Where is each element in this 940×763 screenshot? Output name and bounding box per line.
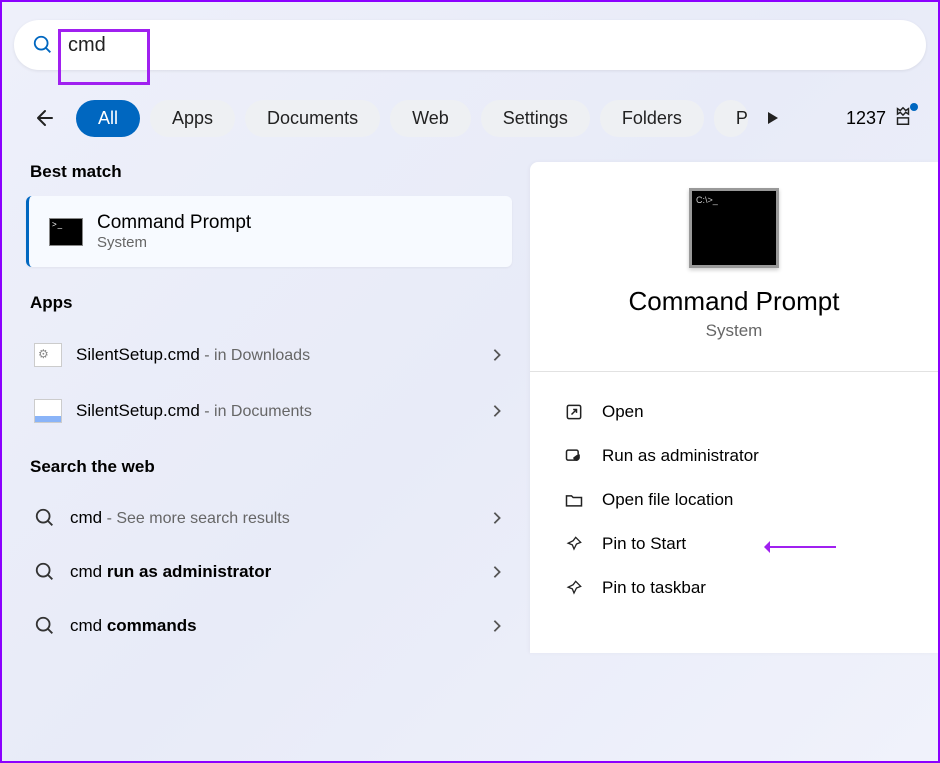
web-result-0[interactable]: cmd - See more search results [26, 491, 512, 545]
action-label: Run as administrator [602, 446, 759, 466]
app-result-1[interactable]: SilentSetup.cmd - in Documents [26, 383, 512, 439]
open-icon [564, 402, 584, 422]
chevron-right-icon [490, 348, 504, 362]
search-icon [34, 561, 56, 583]
cmd-large-icon [689, 188, 779, 268]
chevron-right-icon [490, 404, 504, 418]
shield-admin-icon [564, 446, 584, 466]
detail-panel: Command Prompt System Open Run as admini… [530, 162, 938, 653]
best-match-subtitle: System [97, 234, 251, 251]
more-filters-button[interactable] [764, 110, 780, 126]
filter-apps[interactable]: Apps [150, 100, 235, 137]
web-result-text: cmd [70, 616, 107, 635]
search-icon [34, 615, 56, 637]
action-label: Open [602, 402, 644, 422]
action-run-admin[interactable]: Run as administrator [564, 434, 904, 478]
web-result-text: cmd [70, 508, 102, 527]
pin-icon [564, 578, 584, 598]
action-label: Pin to taskbar [602, 578, 706, 598]
filter-all[interactable]: All [76, 100, 140, 137]
cmd-app-icon [49, 218, 83, 246]
search-icon [32, 34, 54, 56]
app-result-0[interactable]: SilentSetup.cmd - in Downloads [26, 327, 512, 383]
detail-title: Command Prompt [564, 286, 904, 317]
app-result-name: SilentSetup.cmd [76, 345, 200, 364]
filter-more-truncated[interactable]: Pl [714, 100, 748, 137]
best-match-result[interactable]: Command Prompt System [26, 196, 512, 267]
web-result-text: cmd [70, 562, 107, 581]
app-result-loc: - in Documents [200, 403, 312, 420]
cmd-file-icon [34, 343, 62, 367]
divider [530, 371, 938, 372]
action-open-location[interactable]: Open file location [564, 478, 904, 522]
action-pin-taskbar[interactable]: Pin to taskbar [564, 566, 904, 610]
app-result-loc: - in Downloads [200, 347, 310, 364]
search-icon [34, 507, 56, 529]
web-result-1[interactable]: cmd run as administrator [26, 545, 512, 599]
filter-row: All Apps Documents Web Settings Folders … [26, 98, 938, 138]
filter-web[interactable]: Web [390, 100, 471, 137]
back-button[interactable] [26, 98, 66, 138]
action-label: Pin to Start [602, 534, 686, 554]
section-apps: Apps [30, 293, 512, 313]
best-match-title: Command Prompt [97, 212, 251, 234]
search-bar[interactable] [14, 20, 926, 70]
pin-icon [564, 534, 584, 554]
rewards-points[interactable]: 1237 [846, 105, 914, 132]
section-web: Search the web [30, 457, 512, 477]
action-pin-start[interactable]: Pin to Start [564, 522, 904, 566]
action-open[interactable]: Open [564, 390, 904, 434]
web-result-2[interactable]: cmd commands [26, 599, 512, 653]
detail-subtitle: System [564, 321, 904, 341]
section-best-match: Best match [30, 162, 512, 182]
search-input[interactable] [68, 34, 908, 57]
play-right-icon [764, 110, 780, 126]
rewards-icon [892, 105, 914, 132]
filter-folders[interactable]: Folders [600, 100, 704, 137]
cmd-file-icon [34, 399, 62, 423]
arrow-left-icon [34, 106, 58, 130]
filter-documents[interactable]: Documents [245, 100, 380, 137]
points-value: 1237 [846, 108, 886, 129]
folder-icon [564, 490, 584, 510]
chevron-right-icon [490, 619, 504, 633]
filter-settings[interactable]: Settings [481, 100, 590, 137]
chevron-right-icon [490, 565, 504, 579]
action-label: Open file location [602, 490, 733, 510]
app-result-name: SilentSetup.cmd [76, 401, 200, 420]
chevron-right-icon [490, 511, 504, 525]
